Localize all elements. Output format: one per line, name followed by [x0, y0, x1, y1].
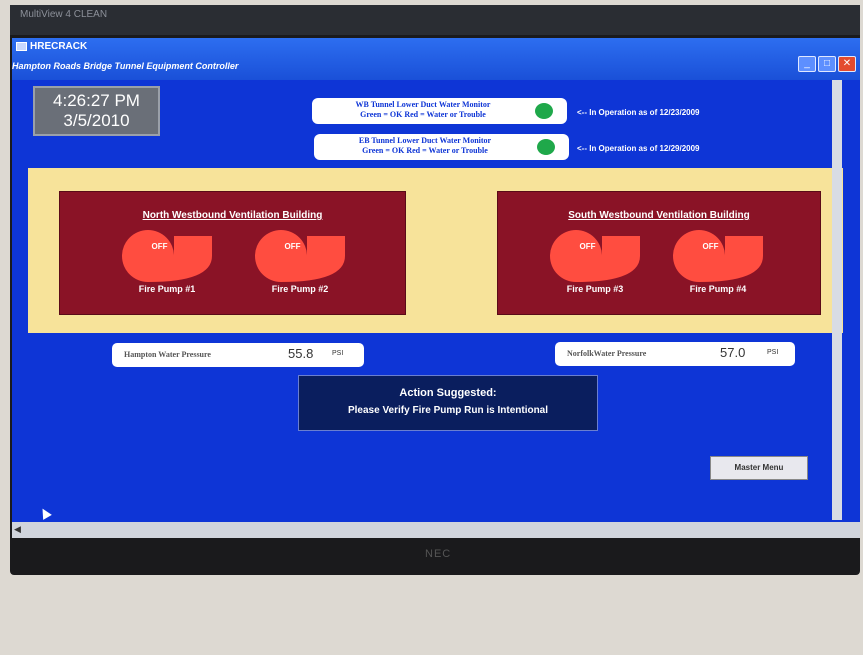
action-suggested-panel: Action Suggested: Please Verify Fire Pum… [298, 375, 598, 431]
close-button[interactable]: ✕ [838, 56, 856, 72]
eb-monitor-text: EB Tunnel Lower Duct Water Monitor Green… [320, 136, 530, 156]
window-controls: _ □ ✕ [798, 56, 856, 72]
pump-label: Fire Pump #1 [138, 284, 196, 294]
action-heading: Action Suggested: [399, 387, 497, 399]
wb-status-led [535, 103, 553, 119]
fire-pump-3[interactable]: OFF Fire Pump #3 [550, 228, 640, 300]
fire-pump-4[interactable]: OFF Fire Pump #4 [673, 228, 763, 300]
window-subtitle: Hampton Roads Bridge Tunnel Equipment Co… [12, 61, 239, 71]
pump-icon [122, 230, 212, 282]
title-bar: HRECRACK Hampton Roads Bridge Tunnel Equ… [12, 38, 860, 80]
norfolk-pressure-readout: NorfolkWater Pressure 57.0 PSI [555, 342, 795, 366]
pump-icon [550, 230, 640, 282]
fire-pump-1[interactable]: OFF Fire Pump #1 [122, 228, 212, 300]
monitor-top-bezel [10, 5, 860, 35]
south-building-name: South Westbound Ventilation Building [568, 210, 750, 221]
north-building-panel: North Westbound Ventilation Building OFF… [59, 191, 406, 315]
south-building-panel: South Westbound Ventilation Building OFF… [497, 191, 821, 315]
eb-status-led [537, 139, 555, 155]
app-icon [16, 41, 27, 51]
hampton-pressure-label: Hampton Water Pressure [124, 350, 211, 359]
mouse-cursor-icon [38, 506, 52, 520]
wb-monitor-title: WB Tunnel Lower Duct Water Monitor [355, 100, 491, 109]
clock-display: 4:26:27 PM 3/5/2010 [33, 86, 160, 136]
wb-monitor-text: WB Tunnel Lower Duct Water Monitor Green… [318, 100, 528, 120]
app-window: HRECRACK Hampton Roads Bridge Tunnel Equ… [12, 38, 860, 538]
pump-label: Fire Pump #3 [566, 284, 624, 294]
pump-icon [255, 230, 345, 282]
hampton-pressure-unit: PSI [332, 350, 344, 357]
eb-monitor-title: EB Tunnel Lower Duct Water Monitor [358, 136, 492, 145]
pump-state: OFF [284, 242, 301, 251]
hampton-pressure-readout: Hampton Water Pressure 55.8 PSI [112, 343, 364, 367]
norfolk-pressure-label: NorfolkWater Pressure [567, 349, 647, 358]
minimize-button[interactable]: _ [798, 56, 816, 72]
north-building-name: North Westbound Ventilation Building [142, 210, 323, 221]
bezel-text: MultiView 4 CLEAN [20, 9, 108, 20]
horizontal-scrollbar[interactable]: ◀ [12, 522, 860, 538]
pump-label: Fire Pump #2 [271, 284, 329, 294]
app-title-text: HRECRACK [30, 41, 88, 52]
hampton-pressure-value: 55.8 [288, 346, 314, 361]
scroll-left-icon[interactable]: ◀ [14, 524, 21, 535]
wb-operation-note: <-- In Operation as of 12/23/2009 [577, 108, 700, 117]
pump-label: Fire Pump #4 [689, 284, 747, 294]
pump-icon [673, 230, 763, 282]
clock-date: 3/5/2010 [63, 111, 130, 130]
norfolk-pressure-value: 57.0 [720, 345, 746, 360]
monitor-brand: NEC [425, 548, 452, 560]
eb-monitor-legend: Green = OK Red = Water or Trouble [362, 146, 488, 155]
action-message: Please Verify Fire Pump Run is Intention… [347, 405, 549, 416]
pump-state: OFF [579, 242, 596, 251]
vertical-scrollbar[interactable] [832, 80, 842, 520]
wb-water-monitor: WB Tunnel Lower Duct Water Monitor Green… [312, 98, 567, 124]
pump-state: OFF [702, 242, 719, 251]
master-menu-button[interactable]: Master Menu [710, 456, 808, 480]
maximize-button[interactable]: □ [818, 56, 836, 72]
fire-pump-2[interactable]: OFF Fire Pump #2 [255, 228, 345, 300]
eb-operation-note: <-- In Operation as of 12/29/2009 [577, 144, 700, 153]
eb-water-monitor: EB Tunnel Lower Duct Water Monitor Green… [314, 134, 569, 160]
wb-monitor-legend: Green = OK Red = Water or Trouble [360, 110, 486, 119]
pump-state: OFF [151, 242, 168, 251]
norfolk-pressure-unit: PSI [767, 349, 779, 356]
clock-time: 4:26:27 PM [53, 91, 140, 110]
app-title: HRECRACK [16, 41, 87, 52]
